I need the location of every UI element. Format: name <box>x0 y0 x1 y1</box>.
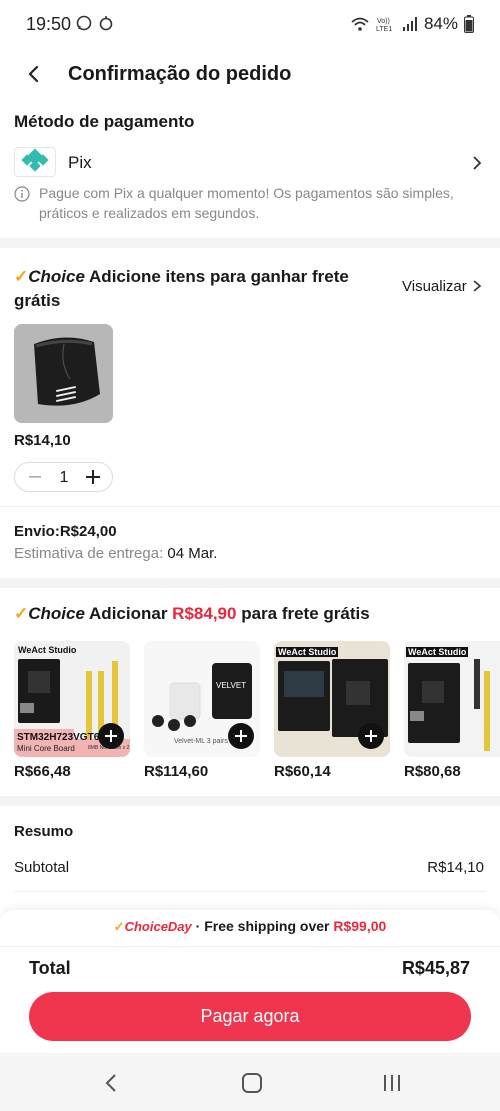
recommendations-amount: R$84,90 <box>172 604 237 623</box>
recommended-product-card[interactable]: WeAct Studio STM32H723VGT6 Mini Core Boa… <box>14 641 130 757</box>
choiceday-logo: ✓ChoiceDay <box>113 919 192 934</box>
nav-home-icon[interactable] <box>240 1071 264 1095</box>
status-system-icons: Vo)) LTE1 84% <box>350 14 474 34</box>
section-divider <box>0 578 500 588</box>
product-image-label: STM32H723VGT6 <box>17 732 100 743</box>
free-shipping-amount: R$99,00 <box>333 918 387 934</box>
info-icon <box>14 186 30 202</box>
delivery-estimate-date: 04 Mar. <box>167 545 218 562</box>
status-time: 19:50 <box>26 14 72 34</box>
total-label: Total <box>29 958 71 978</box>
free-shipping-text: · Free shipping over <box>195 918 330 934</box>
recommendations-suffix: para frete grátis <box>241 604 370 623</box>
payment-method-row[interactable]: Pix <box>0 145 500 181</box>
quantity-stepper: 1 <box>14 462 113 492</box>
summary-title: Resumo <box>14 823 74 840</box>
product-brand-label: WeAct Studio <box>18 645 77 655</box>
product-image-label: Velvet-ML 3 pairs <box>174 738 228 745</box>
choice-free-shipping-message: ✓Choice Adicione itens para ganhar frete… <box>14 265 374 313</box>
battery-percent: 84% <box>423 14 458 33</box>
checkout-bar: ✓ChoiceDay · Free shipping over R$99,00 … <box>0 910 500 1053</box>
add-to-cart-button[interactable] <box>228 723 254 749</box>
page-title: Confirmação do pedido <box>68 63 292 85</box>
add-to-cart-button[interactable] <box>358 723 384 749</box>
divider <box>0 506 500 507</box>
whatsapp-icon <box>76 15 92 31</box>
battery-icon <box>464 15 474 33</box>
choice-brand: Choice <box>28 604 85 623</box>
svg-text:Vo)): Vo)) <box>377 18 390 25</box>
recommended-product-card[interactable]: VELVET Velvet-ML 3 pairs <box>144 641 260 757</box>
divider <box>14 891 486 892</box>
nav-back-icon[interactable] <box>100 1071 124 1095</box>
recommendations-prefix: Adicionar <box>89 604 168 623</box>
back-arrow-icon[interactable] <box>22 62 46 86</box>
shipping-cost: Envio:R$24,00 <box>14 523 117 540</box>
recommended-product-price: R$66,48 <box>14 763 71 780</box>
quantity-value: 1 <box>59 469 69 486</box>
status-notification-icons <box>76 15 114 31</box>
pay-now-button[interactable]: Pagar agora <box>29 992 471 1041</box>
delivery-estimate: Estimativa de entrega: 04 Mar. <box>14 545 217 562</box>
view-link-label: Visualizar <box>402 278 467 295</box>
shop-notification-icon <box>99 16 113 31</box>
recommended-product-price: R$114,60 <box>144 763 209 780</box>
total-value: R$45,87 <box>401 958 470 978</box>
cart-product-price: R$14,10 <box>14 432 71 449</box>
payment-info-text: Pague com Pix a qualquer momento! Os pag… <box>39 185 454 221</box>
delivery-estimate-label: Estimativa de entrega: <box>14 545 164 562</box>
nav-recent-apps-icon[interactable] <box>380 1071 404 1095</box>
view-link[interactable]: Visualizar <box>402 278 482 295</box>
subtotal-label: Subtotal <box>14 859 70 876</box>
pix-logo-icon <box>14 147 56 177</box>
choice-brand: Choice <box>28 267 85 286</box>
svg-text:LTE1: LTE1 <box>376 26 392 32</box>
volte-icon: Vo))LTE1 <box>376 18 392 32</box>
choice-check-icon: ✓ <box>14 604 29 623</box>
top-bar: Confirmação do pedido <box>0 50 500 100</box>
product-brand-label: VELVET <box>216 681 247 690</box>
status-bar: 19:50 Vo)) LTE1 84% <box>0 0 500 50</box>
payment-section-title: Método de pagamento <box>14 112 195 131</box>
product-brand-label: WeAct Studio <box>406 647 469 657</box>
recommended-product-card[interactable]: WeAct Studio <box>274 641 390 757</box>
free-shipping-banner: ✓ChoiceDay · Free shipping over R$99,00 <box>0 918 500 935</box>
payment-method-label: Pix <box>68 153 92 172</box>
recommended-product-price: R$60,14 <box>274 763 331 780</box>
divider <box>0 946 500 947</box>
choiceday-label: ChoiceDay <box>124 919 192 934</box>
product-brand-label: WeAct Studio <box>276 647 339 657</box>
section-divider <box>0 796 500 806</box>
system-navigation-bar <box>0 1053 500 1111</box>
subtotal-value: R$14,10 <box>427 859 484 876</box>
recommended-product-price: R$80,68 <box>404 763 461 780</box>
cart-product-image[interactable] <box>14 324 113 423</box>
chevron-right-icon <box>473 280 482 292</box>
plus-icon[interactable] <box>83 467 103 487</box>
recommendations-title: ✓Choice Adicionar R$84,90 para frete grá… <box>14 604 370 624</box>
choice-check-icon: ✓ <box>14 267 29 286</box>
recommended-product-card[interactable]: WeAct Studio <box>404 641 500 757</box>
minus-icon[interactable] <box>25 469 45 485</box>
signal-icon <box>402 17 417 31</box>
wifi-icon <box>351 17 369 31</box>
section-divider <box>0 238 500 248</box>
chevron-right-icon <box>473 156 482 170</box>
add-to-cart-button[interactable] <box>98 723 124 749</box>
product-image-sublabel: Mini Core Board <box>17 744 75 753</box>
